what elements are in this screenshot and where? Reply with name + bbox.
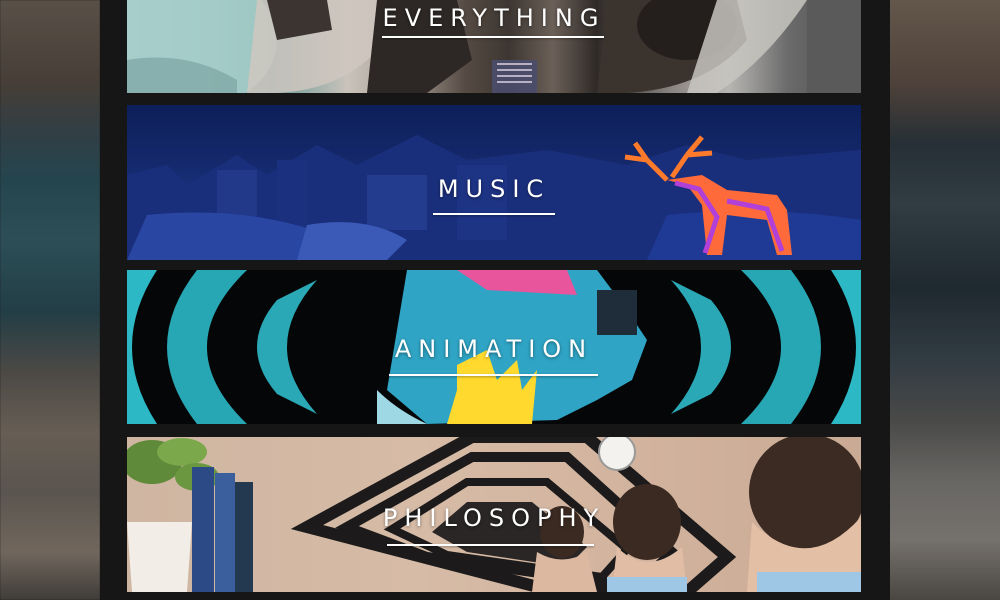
blurred-backdrop-right (890, 0, 1000, 600)
category-tile-philosophy[interactable]: PHILOSOPHY (127, 437, 861, 592)
category-tile-music[interactable]: MUSIC (127, 105, 861, 260)
category-label-animation: ANIMATION (394, 335, 594, 363)
blurred-backdrop-left (0, 0, 100, 600)
category-underline (389, 374, 598, 376)
category-label-philosophy: PHILOSOPHY (382, 504, 606, 532)
page: EVERYTHING MUSIC ANIMATION PHILOSOPHY (0, 0, 1000, 600)
category-column: EVERYTHING MUSIC ANIMATION PHILOSOPHY (100, 0, 890, 600)
category-underline (387, 544, 594, 546)
category-underline (382, 36, 604, 38)
category-label-music: MUSIC (437, 175, 551, 203)
category-underline (433, 213, 555, 215)
category-tile-everything[interactable]: EVERYTHING (127, 0, 861, 93)
category-label-everything: EVERYTHING (382, 4, 606, 32)
category-tile-animation[interactable]: ANIMATION (127, 270, 861, 424)
